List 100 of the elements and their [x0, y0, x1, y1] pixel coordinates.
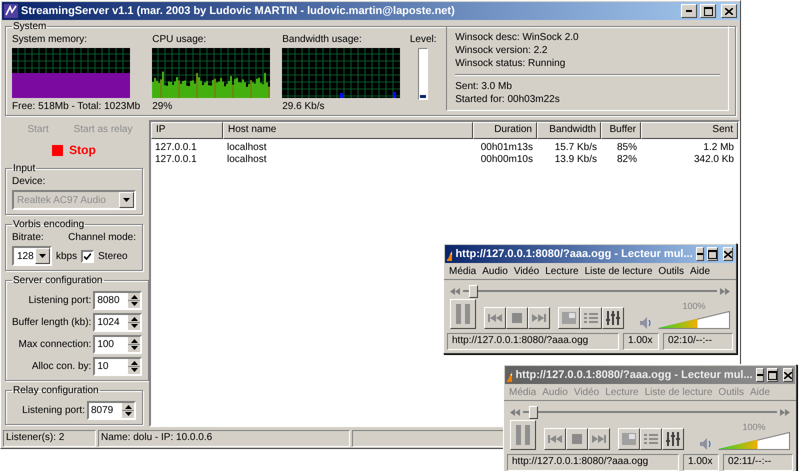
graph-reading: 29.6 Kb/s [282, 101, 326, 112]
cone-icon [447, 248, 452, 260]
minimize-button[interactable] [681, 4, 697, 18]
table-cell-text: 15.7 Kb/s [554, 142, 598, 154]
close-button[interactable] [721, 4, 737, 18]
stream-url: http://127.0.0.1:8080/?aaa.ogg [507, 454, 679, 471]
check-icon [84, 252, 92, 260]
speaker-icon[interactable] [700, 438, 712, 450]
playlist-icon [644, 433, 658, 445]
window-title: http://127.0.0.1:8080/?aaa.ogg - Lecteur mul... [455, 248, 693, 260]
stop-button[interactable] [506, 307, 528, 329]
seek-slider[interactable] [463, 285, 717, 297]
next-button[interactable] [588, 428, 610, 450]
speaker-icon[interactable] [640, 317, 652, 329]
seek-slider[interactable] [523, 406, 777, 418]
playback-speed: 1.00x [623, 333, 659, 350]
graph-reading: Free: 518Mb - Total: 1023Mb [12, 101, 140, 112]
menu-item[interactable]: Outils [655, 265, 687, 278]
maximize-icon [768, 370, 777, 380]
menu-item[interactable]: Média [446, 265, 480, 278]
minimize-button[interactable] [756, 368, 764, 382]
previous-button[interactable] [484, 307, 506, 329]
column-header[interactable]: Sent [641, 122, 738, 139]
menu-item[interactable]: Aide [686, 265, 713, 278]
maximize-button[interactable] [700, 4, 716, 18]
info-text: Sent: 3.0 Mb [455, 81, 513, 92]
close-button[interactable] [783, 368, 793, 382]
number-field[interactable]: 8080 [93, 291, 142, 310]
status-text: Listener(s): 2 [3, 430, 96, 447]
next-icon [592, 435, 606, 443]
stop-icon [52, 144, 64, 156]
stop-icon [512, 313, 522, 323]
video-window-button[interactable] [558, 307, 580, 329]
field-label: Listening port: [22, 405, 85, 416]
field-label: Channel mode: [68, 232, 136, 243]
playlist-icon [584, 312, 598, 324]
table-cell-text: 1.2 Mb [702, 142, 735, 154]
graph-reading: 29% [152, 101, 174, 112]
table-cell-text: 85% [616, 142, 638, 154]
menu-item[interactable]: Vidéo [510, 265, 542, 278]
group-title: System [12, 21, 48, 32]
maximize-button[interactable] [707, 247, 718, 261]
video-window-button[interactable] [618, 428, 640, 450]
menu-item[interactable]: Audio [479, 265, 511, 278]
playback-time: 02:11/--:-- [723, 454, 793, 471]
app-icon [4, 4, 18, 18]
bitrate-dropdown[interactable]: 128 [12, 246, 52, 266]
previous-icon [548, 435, 562, 443]
pause-icon [456, 304, 470, 324]
table-cell-text: 127.0.0.1 [154, 154, 198, 166]
spinner-icon[interactable] [127, 359, 140, 374]
table-cell-text: 00h00m10s [480, 154, 534, 166]
fast-forward-icon[interactable] [720, 288, 730, 294]
fast-forward-icon[interactable] [780, 408, 790, 416]
equalizer-button[interactable] [662, 428, 684, 450]
column-header[interactable]: Host name [223, 122, 473, 139]
column-header[interactable]: Buffer [601, 122, 641, 139]
minimize-button[interactable] [696, 247, 704, 261]
pause-button[interactable] [450, 299, 476, 329]
equalizer-button[interactable] [602, 307, 624, 329]
column-header[interactable]: Bandwidth [537, 122, 601, 139]
number-field[interactable]: 10 [93, 357, 142, 376]
number-field[interactable]: 8079 [87, 401, 136, 420]
maximize-icon [708, 250, 717, 258]
spinner-icon[interactable] [127, 315, 140, 330]
pause-button[interactable] [510, 420, 536, 450]
window-title: http://127.0.0.1:8080/?aaa.ogg - Lecteur mul... [515, 369, 753, 381]
table-cell-text: 13.9 Kb/s [554, 154, 598, 166]
column-header[interactable]: IP [151, 122, 223, 139]
rewind-icon[interactable] [510, 408, 520, 416]
field-label: Alloc con. by: [32, 361, 92, 372]
menu-item[interactable]: Lecture [542, 265, 582, 278]
equalizer-icon [606, 311, 620, 325]
minimize-icon [686, 10, 692, 12]
table-cell-text: 82% [616, 154, 638, 166]
table-cell-text: localhost [226, 142, 268, 154]
unit-label: kbps [56, 250, 78, 262]
playlist-button[interactable] [640, 428, 662, 450]
playback-speed: 1.00x [683, 454, 719, 471]
spinner-icon[interactable] [127, 337, 140, 352]
number-field[interactable]: 1024 [93, 313, 142, 332]
stop-icon [572, 434, 582, 444]
previous-button[interactable] [544, 428, 566, 450]
maximize-button[interactable] [767, 368, 778, 382]
playlist-button[interactable] [580, 307, 602, 329]
volume-slider[interactable] [658, 311, 730, 329]
stop-button[interactable] [566, 428, 588, 450]
checkbox-label: Stereo [98, 250, 128, 262]
spinner-icon[interactable] [127, 293, 140, 308]
close-button[interactable] [723, 247, 733, 261]
column-header[interactable]: Duration [473, 122, 537, 139]
menu-item[interactable]: Liste de lecture [582, 265, 656, 278]
next-button[interactable] [528, 307, 550, 329]
maximize-icon [704, 6, 712, 16]
window-icon [562, 312, 576, 324]
rewind-icon[interactable] [450, 288, 460, 294]
spinner-icon[interactable] [121, 403, 134, 418]
volume-slider[interactable] [718, 432, 790, 450]
number-field[interactable]: 100 [93, 335, 142, 354]
stereo-checkbox[interactable] [81, 250, 94, 262]
